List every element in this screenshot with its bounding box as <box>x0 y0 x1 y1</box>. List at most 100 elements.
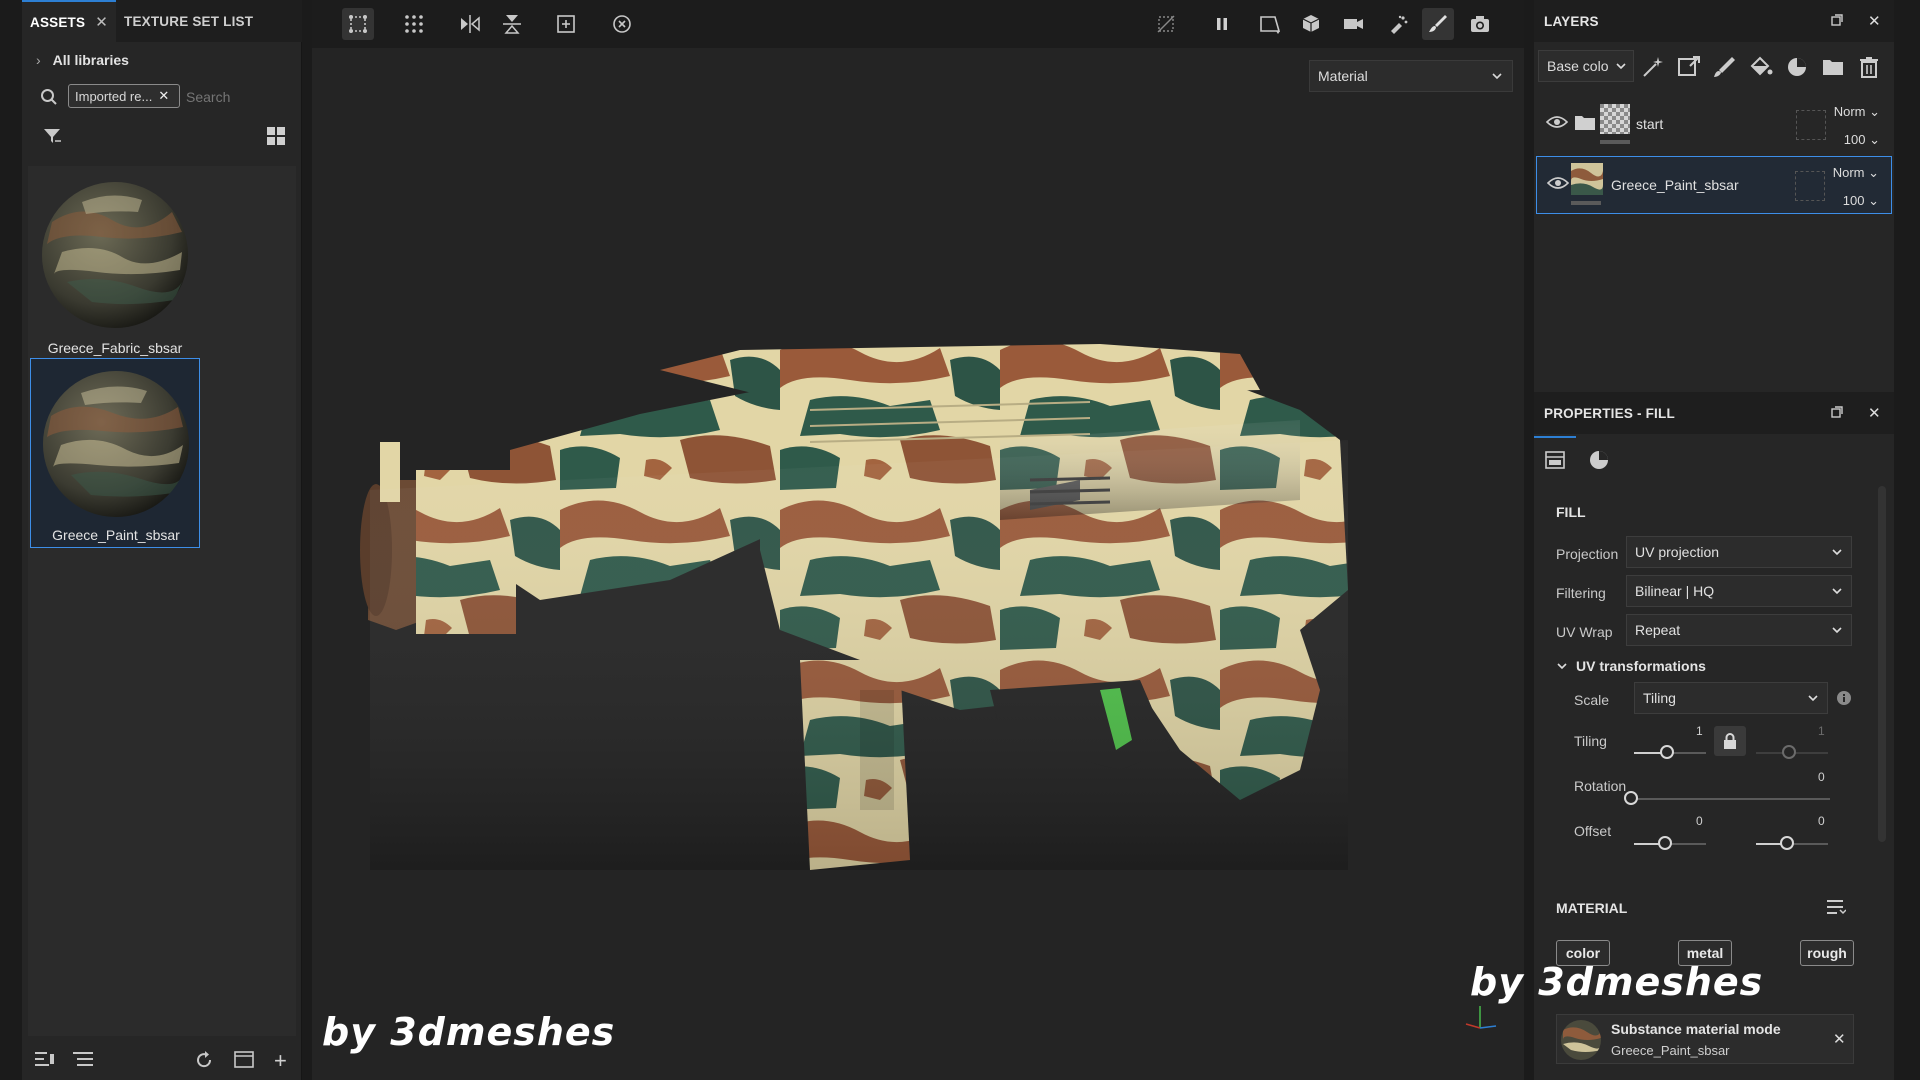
3d-model-rifle[interactable] <box>340 330 1400 900</box>
scale-select[interactable]: Tiling <box>1634 682 1828 714</box>
undock-icon[interactable] <box>1830 13 1844 27</box>
tiling-u-slider-handle[interactable] <box>1660 745 1674 759</box>
tiling-lock-button[interactable] <box>1714 726 1746 756</box>
scale-value: Tiling <box>1643 690 1676 706</box>
particle-brush-icon[interactable] <box>1382 8 1414 40</box>
tab-assets[interactable]: ASSETS ✕ <box>22 0 116 42</box>
rotation-value: 0 <box>1818 770 1825 784</box>
channel-rough-button[interactable]: rough <box>1800 940 1854 966</box>
layer-row-selected[interactable]: Greece_Paint_sbsar Norm ⌄ 100 ⌄ <box>1536 156 1892 214</box>
mirror-vertical-icon[interactable] <box>496 8 528 40</box>
tab-assets-label: ASSETS <box>30 14 86 30</box>
hide-uv-icon[interactable] <box>1150 8 1182 40</box>
viewport-mode-value: Material <box>1318 68 1368 84</box>
layer-mask-slot[interactable] <box>1795 171 1825 201</box>
grid-dots-icon[interactable] <box>398 8 430 40</box>
layers-header: LAYERS ✕ <box>1534 0 1894 42</box>
add-icon[interactable]: + <box>274 1048 287 1074</box>
magic-wand-icon[interactable] <box>1640 54 1666 80</box>
uvwrap-select[interactable]: Repeat <box>1626 614 1852 646</box>
tab-texture-set-list[interactable]: TEXTURE SET LIST <box>116 0 261 42</box>
filter-icon[interactable] <box>42 126 62 146</box>
grid-view-icon[interactable] <box>266 126 286 146</box>
eye-icon[interactable] <box>1547 175 1569 191</box>
watermark-text: by 3dmeshes <box>1470 960 1764 1004</box>
camera-video-icon[interactable] <box>1338 8 1370 40</box>
paint-layer-icon[interactable] <box>1712 54 1738 80</box>
tab-material-properties[interactable] <box>1578 438 1620 482</box>
3d-viewport[interactable]: Material by 3dmeshes <box>312 0 1524 1080</box>
filter-chip[interactable]: Imported re... ✕ <box>68 84 180 108</box>
close-icon[interactable]: ✕ <box>95 13 108 31</box>
new-folder-icon[interactable] <box>234 1050 254 1068</box>
blend-mode-value: Norm <box>1832 165 1865 180</box>
rotation-slider-track[interactable] <box>1630 798 1830 800</box>
uv-transformations-toggle[interactable]: UV transformations <box>1556 658 1706 674</box>
view-2d-icon[interactable] <box>1254 8 1286 40</box>
add-frame-icon[interactable] <box>550 8 582 40</box>
substance-material-card[interactable]: Substance material mode Greece_Paint_sbs… <box>1556 1014 1854 1064</box>
offset-u-value: 0 <box>1696 814 1703 828</box>
paint-brush-icon[interactable] <box>1422 8 1454 40</box>
channel-rough-label: rough <box>1807 945 1847 961</box>
offset-label: Offset <box>1574 823 1612 839</box>
eye-icon[interactable] <box>1546 114 1568 130</box>
history-icon[interactable] <box>606 8 638 40</box>
menu-list-icon[interactable] <box>1826 898 1846 916</box>
trash-icon[interactable] <box>1856 54 1882 80</box>
properties-header: PROPERTIES - FILL ✕ <box>1534 392 1894 434</box>
search-icon <box>40 88 58 106</box>
close-icon[interactable]: ✕ <box>158 88 169 104</box>
close-icon[interactable]: ✕ <box>1868 404 1881 422</box>
filtering-select[interactable]: Bilinear | HQ <box>1626 575 1852 607</box>
blend-mode-select[interactable]: Norm ⌄ <box>1833 165 1879 181</box>
undock-icon[interactable] <box>1830 405 1844 419</box>
channel-metal-label: metal <box>1686 945 1724 961</box>
search-input[interactable] <box>186 86 286 108</box>
layer-mask-slot[interactable] <box>1796 110 1826 140</box>
folder-icon[interactable] <box>1820 54 1846 80</box>
info-icon[interactable] <box>1836 690 1852 706</box>
opacity-select[interactable]: 100 ⌄ <box>1843 193 1879 209</box>
camera-icon[interactable] <box>1464 8 1496 40</box>
rotation-slider-handle[interactable] <box>1624 791 1638 805</box>
layer-name: start <box>1636 116 1664 132</box>
projection-select[interactable]: UV projection <box>1626 536 1852 568</box>
chevron-down-icon <box>1807 692 1819 704</box>
sort-icon[interactable] <box>34 1050 56 1068</box>
layer-thumb-bar <box>1571 201 1601 205</box>
refresh-icon[interactable] <box>194 1050 214 1070</box>
smart-material-icon[interactable] <box>1784 54 1810 80</box>
offset-u-slider-handle[interactable] <box>1658 836 1672 850</box>
view-3d-icon[interactable] <box>1296 8 1328 40</box>
tiling-v-slider-handle[interactable] <box>1782 745 1796 759</box>
breadcrumb[interactable]: › All libraries <box>36 52 129 68</box>
fill-layer-icon[interactable] <box>1748 54 1774 80</box>
viewport-mode-select[interactable]: Material <box>1309 60 1513 92</box>
asset-item-greece-fabric[interactable]: Greece_Fabric_sbsar <box>30 170 200 360</box>
tiling-label: Tiling <box>1574 733 1607 749</box>
channel-select[interactable]: Base colo <box>1538 50 1634 82</box>
tab-fill-properties[interactable] <box>1534 436 1576 482</box>
material-preview-sphere <box>43 371 189 517</box>
asset-item-greece-paint[interactable]: Greece_Paint_sbsar <box>30 358 200 548</box>
select-frame-icon[interactable] <box>342 8 374 40</box>
blend-mode-value: Norm <box>1833 104 1866 119</box>
mirror-horizontal-icon[interactable] <box>454 8 486 40</box>
opacity-select[interactable]: 100 ⌄ <box>1844 132 1880 148</box>
add-effect-icon[interactable] <box>1676 54 1702 80</box>
close-icon[interactable]: ✕ <box>1833 1030 1846 1048</box>
breadcrumb-all-libraries: All libraries <box>52 52 129 68</box>
blend-mode-select[interactable]: Norm ⌄ <box>1834 104 1880 120</box>
filtering-label: Filtering <box>1556 585 1606 601</box>
layer-row[interactable]: start Norm ⌄ 100 ⌄ <box>1536 96 1892 154</box>
offset-v-slider-handle[interactable] <box>1780 836 1794 850</box>
fill-layer-icon <box>1544 449 1566 471</box>
list-view-icon[interactable] <box>72 1050 94 1068</box>
uv-transformations-title: UV transformations <box>1576 658 1706 674</box>
properties-scrollbar[interactable] <box>1878 486 1886 842</box>
layer-thumbnail <box>1571 163 1603 195</box>
pause-icon[interactable] <box>1206 8 1238 40</box>
rotation-label: Rotation <box>1574 778 1627 794</box>
close-icon[interactable]: ✕ <box>1868 12 1881 30</box>
